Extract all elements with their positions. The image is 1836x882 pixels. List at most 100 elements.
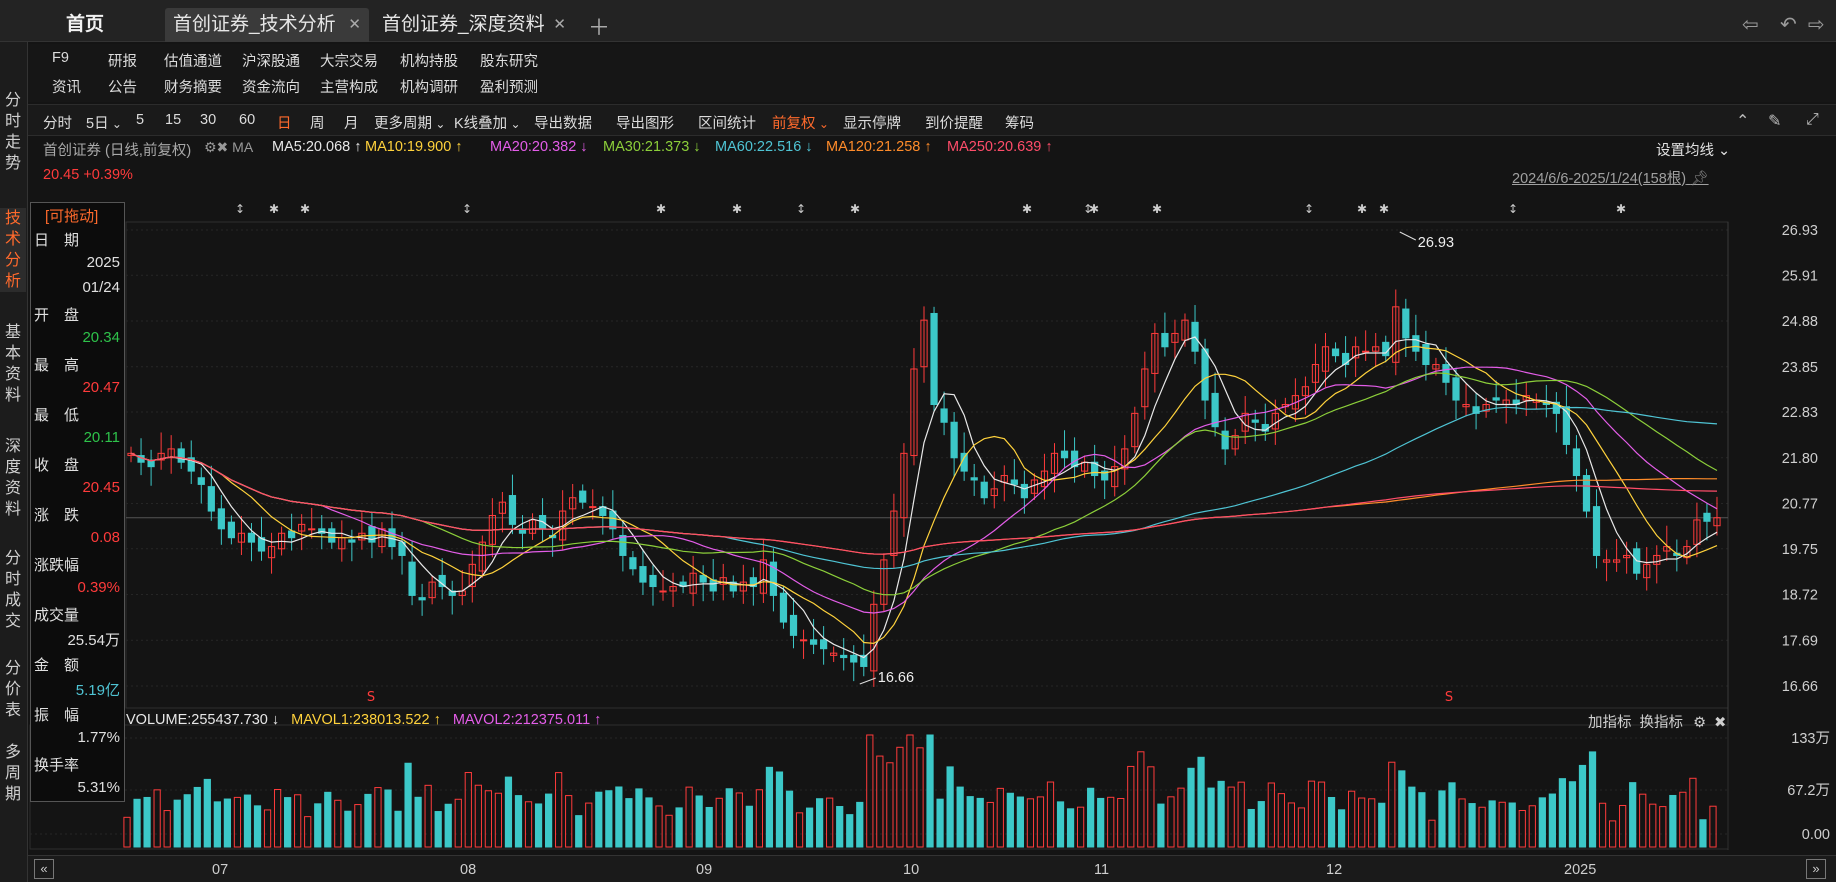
volume-bar <box>725 788 733 848</box>
event-marker-icon: ✱ <box>1152 202 1162 216</box>
volume-bar <box>1448 782 1456 848</box>
y-tick-label: 21.80 <box>1782 451 1818 467</box>
volume-bar <box>1036 796 1045 848</box>
volume-bar <box>986 801 994 848</box>
scroll-left-icon[interactable]: « <box>34 859 54 879</box>
volume-bar <box>966 796 974 848</box>
panel-value: 0.39% <box>77 579 120 596</box>
panel-value: 5.19亿 <box>75 682 120 699</box>
volume-bar <box>635 788 643 848</box>
add-indicator-button[interactable]: 加指标 <box>1588 715 1632 731</box>
volume-bar <box>494 792 503 848</box>
panel-value: 20.11 <box>83 429 120 446</box>
volume-bar <box>304 816 312 848</box>
volume-bar <box>956 786 964 848</box>
volume-bar <box>1026 798 1035 848</box>
volume-bar <box>886 762 894 848</box>
volume-bar <box>1267 782 1275 848</box>
candle-body <box>629 557 637 570</box>
candle-body <box>659 590 667 593</box>
event-marker-icon: ✱ <box>1022 202 1032 216</box>
volume-bar <box>675 807 683 848</box>
panel-label: 成交量 <box>34 607 80 624</box>
candle-body <box>1060 450 1069 459</box>
volume-bar <box>404 762 412 848</box>
volume-bar <box>916 747 924 848</box>
close-icon[interactable]: ✖ <box>1714 715 1726 731</box>
volume-bar <box>665 814 673 848</box>
candle-body <box>589 506 597 509</box>
volume-bar <box>1629 782 1637 848</box>
volume-bar <box>685 786 693 848</box>
volume-bar <box>1147 766 1155 848</box>
y-tick-label: 23.85 <box>1782 360 1818 376</box>
volume-bar <box>1247 808 1255 848</box>
data-panel[interactable]: [可拖动] 日 期 2025 01/24 开 盘 20.34 最 高 20.47 最 低 20.… <box>30 202 125 802</box>
event-marker-icon: ↕ <box>796 202 806 216</box>
panel-value: 1.77% <box>77 729 120 746</box>
volume-bar <box>444 803 452 848</box>
volume-bar <box>805 807 814 848</box>
volume-bar <box>193 786 201 848</box>
panel-label: 最 低 <box>34 407 80 424</box>
change-indicator-button[interactable]: 换指标 <box>1640 715 1684 731</box>
candle-body <box>1020 483 1028 499</box>
volume-bar <box>1358 797 1366 848</box>
volume-bar <box>565 795 573 848</box>
candle-body <box>328 528 336 543</box>
panel-label: 振 幅 <box>34 707 80 724</box>
volume-tools: 加指标 换指标 ⚙ ✖ <box>1588 711 1726 732</box>
scroll-right-icon[interactable]: » <box>1806 859 1826 879</box>
volume-bar <box>1277 793 1285 848</box>
volume-bar <box>213 801 221 848</box>
volume-legend: VOLUME:255437.730 ↓ MAVOL1:238013.522 ↑ MA… <box>126 712 613 728</box>
volume-bar <box>946 766 954 848</box>
panel-label: 换手率 <box>34 757 80 774</box>
time-axis-bar: « » 07 08 09 10 11 12 2025 <box>28 855 1836 882</box>
candle-body <box>408 561 416 596</box>
volume-bar <box>615 786 623 848</box>
volume-y-tick-label: 0.00 <box>1802 827 1830 843</box>
event-marker-icon: ✱ <box>300 202 310 216</box>
volume-bar <box>785 790 794 848</box>
month-tick-label: 08 <box>460 862 477 878</box>
volume-bar <box>364 793 372 848</box>
gear-icon[interactable]: ⚙ <box>1693 715 1706 731</box>
event-marker-icon: ✱ <box>1357 202 1367 216</box>
volume-legend-item: VOLUME:255437.730 ↓ <box>126 712 280 728</box>
volume-bar <box>1458 798 1466 848</box>
volume-bar <box>1498 801 1506 848</box>
candle-body <box>970 477 978 481</box>
panel-label: 涨跌幅 <box>34 557 80 574</box>
volume-bar <box>454 798 462 848</box>
kline-chart[interactable]: 26.93 25.91 24.88 23.85 22.83 21.80 20.77 19.75… <box>0 0 1836 882</box>
volume-bar <box>715 797 723 848</box>
volume-bar <box>544 793 553 848</box>
volume-bar <box>354 804 362 848</box>
y-tick-label: 20.77 <box>1782 497 1818 513</box>
candle-body <box>247 532 256 543</box>
volume-bar <box>424 784 432 848</box>
volume-bar <box>344 810 352 848</box>
candle-body <box>1412 335 1420 352</box>
volume-bar <box>243 794 252 848</box>
event-marker-icon: ✱ <box>732 202 742 216</box>
volume-bar <box>996 787 1004 848</box>
panel-value: 25.54万 <box>67 632 120 649</box>
dividend-marker-icon: S <box>367 690 375 705</box>
volume-bar <box>1398 770 1406 848</box>
volume-bar <box>1107 796 1115 848</box>
event-marker-icon: ✱ <box>656 202 666 216</box>
volume-bar <box>273 789 282 848</box>
volume-bar <box>1639 793 1647 848</box>
candle-body <box>1161 332 1169 348</box>
y-tick-label: 18.72 <box>1782 588 1818 604</box>
panel-header[interactable]: [可拖动] <box>45 205 98 226</box>
volume-bar <box>1689 777 1697 848</box>
candle-body <box>1452 377 1460 401</box>
volume-bar <box>795 812 804 848</box>
candle-body <box>1592 506 1601 556</box>
volume-bar <box>1568 781 1577 848</box>
volume-bar <box>524 801 533 848</box>
volume-bar <box>394 810 402 848</box>
